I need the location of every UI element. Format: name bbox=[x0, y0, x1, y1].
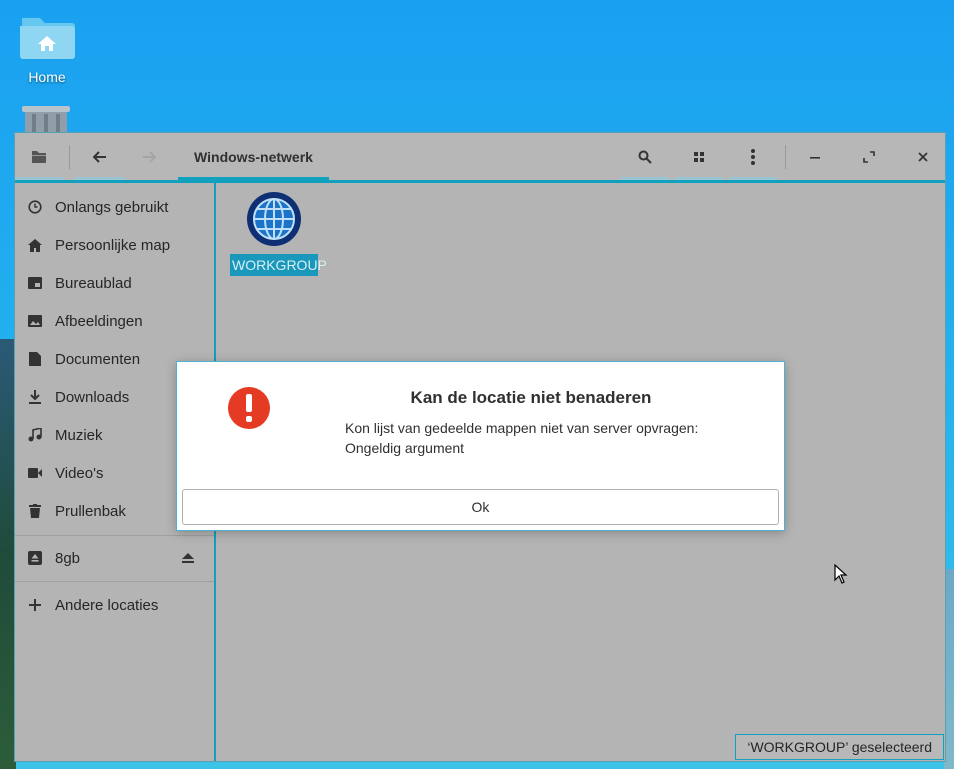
header-separator bbox=[785, 145, 786, 169]
status-text: ‘WORKGROUP’ geselecteerd bbox=[747, 739, 932, 755]
sidebar-item-label: Documenten bbox=[55, 350, 141, 368]
sidebar-item-label: Prullenbak bbox=[55, 502, 126, 520]
path-title: Windows-netwerk bbox=[194, 148, 313, 165]
sidebar-item-label: Downloads bbox=[55, 388, 130, 406]
sidebar-separator bbox=[15, 535, 214, 536]
desktop-home-label: Home bbox=[28, 69, 66, 85]
dialog-message-line2: Ongeldig argument bbox=[345, 440, 465, 456]
clock-icon bbox=[28, 200, 42, 214]
ok-button[interactable]: Ok bbox=[182, 489, 779, 525]
download-icon bbox=[29, 390, 41, 404]
close-button[interactable] bbox=[901, 133, 945, 180]
dialog-message: Kon lijst van gedeelde mappen niet van s… bbox=[345, 418, 765, 458]
desktop-icon bbox=[28, 277, 42, 289]
error-dialog: Kan de locatie niet benaderen Kon lijst … bbox=[176, 361, 785, 531]
maximize-button[interactable] bbox=[847, 133, 891, 180]
dialog-message-line1: Kon lijst van gedeelde mappen niet van s… bbox=[345, 420, 699, 436]
sidebar-item-recent[interactable]: Onlangs gebruikt bbox=[15, 188, 214, 226]
forward-button[interactable] bbox=[124, 133, 173, 180]
search-button[interactable] bbox=[621, 133, 669, 180]
plus-icon bbox=[29, 599, 41, 611]
files-app-button[interactable] bbox=[15, 133, 63, 180]
more-vertical-icon bbox=[751, 148, 755, 165]
music-icon bbox=[28, 428, 42, 442]
workgroup-label: WORKGROUP bbox=[230, 254, 327, 276]
sidebar-item-pictures[interactable]: Afbeeldingen bbox=[15, 302, 214, 340]
sidebar-item-home[interactable]: Persoonlijke map bbox=[15, 226, 214, 264]
sidebar-item-label: Persoonlijke map bbox=[55, 236, 171, 254]
home-icon bbox=[28, 238, 42, 252]
minimize-icon bbox=[810, 156, 820, 159]
close-icon bbox=[918, 151, 928, 162]
view-toggle-button[interactable] bbox=[675, 133, 723, 180]
back-button[interactable] bbox=[75, 133, 124, 180]
mouse-cursor-icon bbox=[834, 564, 848, 584]
header-separator bbox=[69, 145, 70, 169]
desktop-home-icon[interactable]: Home bbox=[14, 10, 80, 85]
sidebar-item-label: 8gb bbox=[55, 549, 81, 567]
status-bar: ‘WORKGROUP’ geselecteerd bbox=[735, 734, 944, 760]
sidebar-item-label: Afbeeldingen bbox=[55, 312, 143, 330]
sidebar-separator bbox=[15, 581, 214, 582]
menu-button[interactable] bbox=[729, 133, 777, 180]
sidebar-item-label: Bureaublad bbox=[55, 274, 132, 292]
sidebar-item-label: Video's bbox=[55, 464, 104, 482]
workgroup-item[interactable]: WORKGROUP bbox=[230, 191, 327, 276]
sidebar-item-label: Onlangs gebruikt bbox=[55, 198, 169, 216]
eject-icon[interactable] bbox=[182, 553, 194, 563]
folder-icon bbox=[32, 150, 46, 163]
ok-button-label: Ok bbox=[471, 499, 490, 515]
arrow-right-icon bbox=[142, 150, 156, 163]
document-icon bbox=[29, 352, 41, 366]
video-icon bbox=[28, 468, 42, 478]
image-icon bbox=[28, 315, 42, 327]
header-bar: Windows-netwerk bbox=[15, 133, 945, 183]
dialog-title: Kan de locatie niet benaderen bbox=[410, 388, 652, 407]
sidebar-item-desktop[interactable]: Bureaublad bbox=[15, 264, 214, 302]
path-button-windows-network[interactable]: Windows-netwerk bbox=[178, 133, 329, 180]
search-icon bbox=[638, 150, 652, 164]
trash-icon bbox=[29, 504, 41, 518]
sidebar-item-label: Muziek bbox=[55, 426, 103, 444]
error-icon bbox=[228, 387, 270, 429]
arrow-left-icon bbox=[92, 150, 106, 163]
desktop-trash-icon[interactable] bbox=[20, 104, 72, 132]
sidebar-item-drive-8gb[interactable]: 8gb bbox=[15, 539, 214, 577]
sidebar-item-other-locations[interactable]: Andere locaties bbox=[15, 586, 214, 624]
minimize-button[interactable] bbox=[793, 133, 837, 180]
sidebar-item-label: Andere locaties bbox=[55, 596, 159, 614]
maximize-icon bbox=[863, 150, 875, 163]
grid-icon bbox=[694, 151, 704, 162]
network-globe-icon bbox=[247, 192, 301, 246]
home-folder-icon bbox=[20, 18, 75, 59]
drive-icon bbox=[28, 551, 42, 565]
